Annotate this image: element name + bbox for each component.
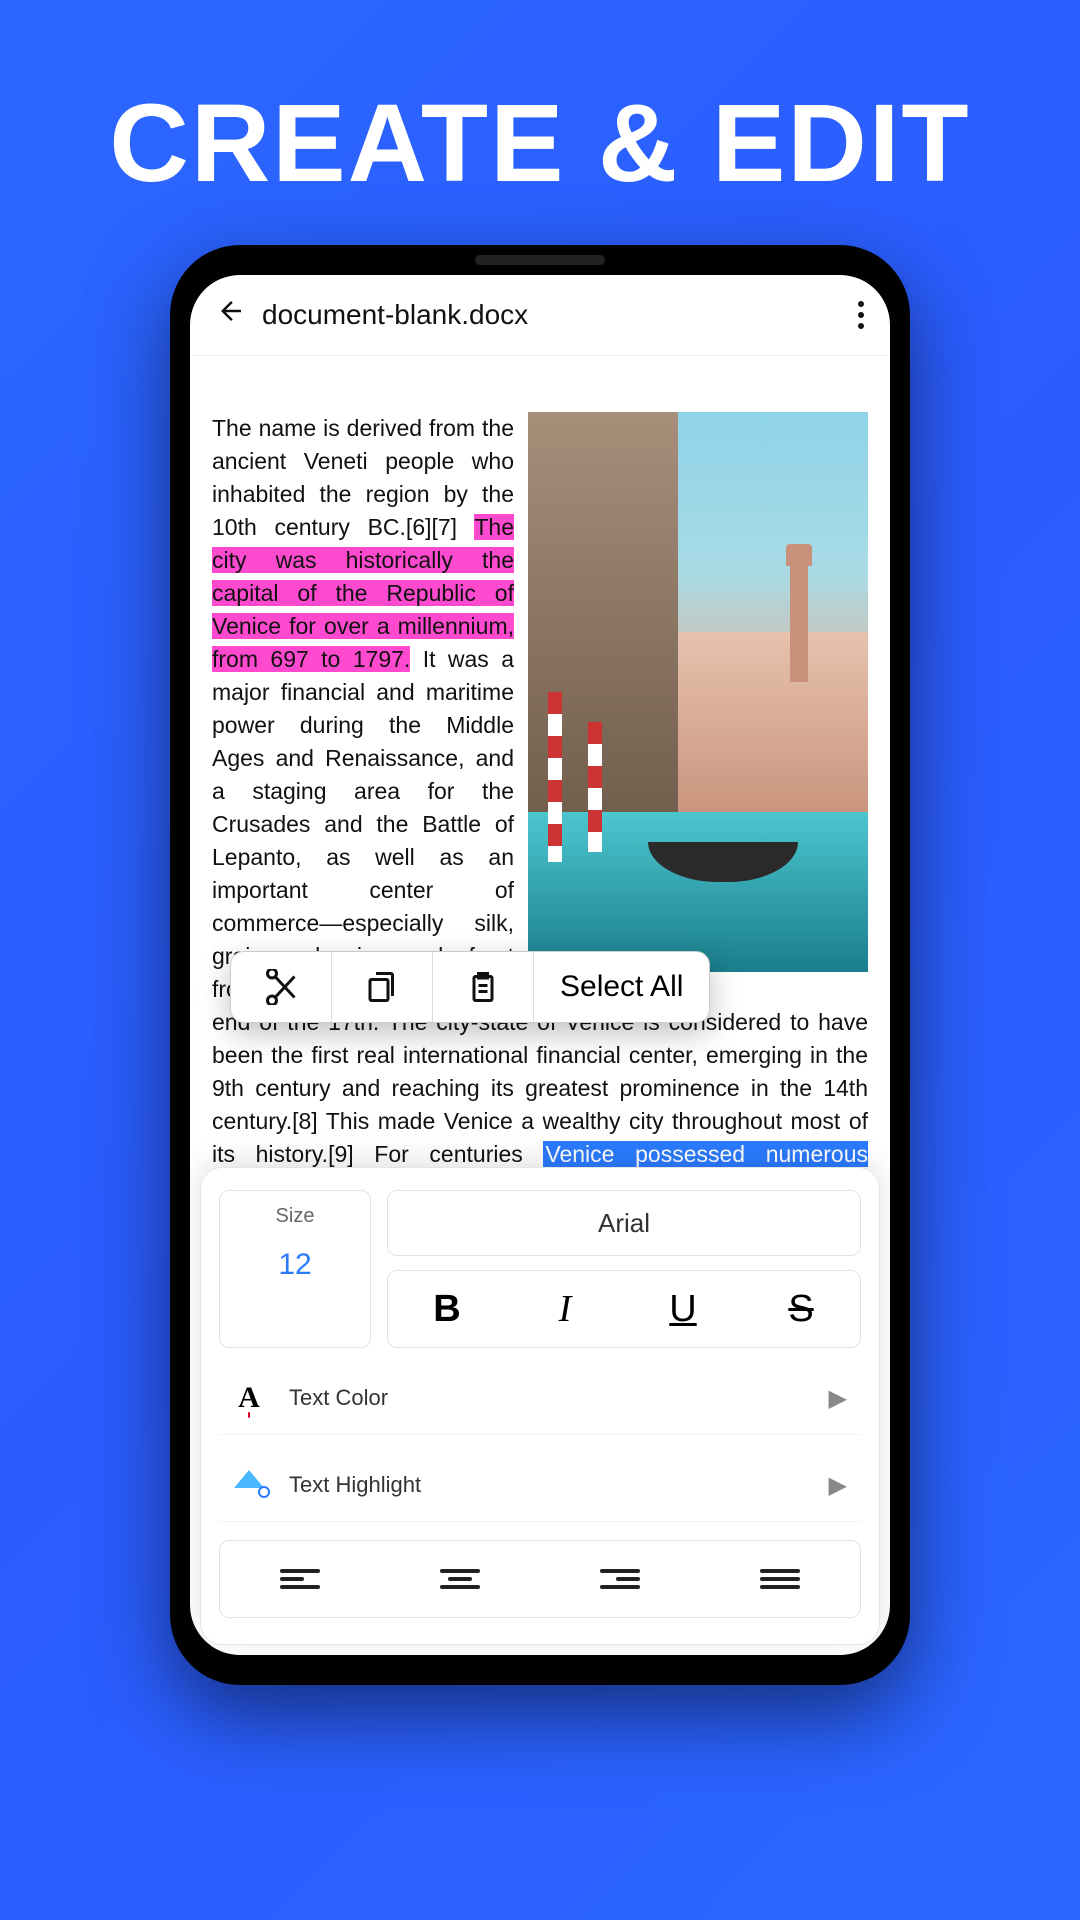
text-context-menu: Select All	[230, 951, 710, 1023]
app-header: document-blank.docx	[190, 275, 890, 356]
align-left-button[interactable]	[220, 1541, 380, 1617]
font-size-selector[interactable]: Size 12	[219, 1190, 371, 1348]
promo-title: CREATE & EDIT	[0, 0, 1080, 207]
bold-button[interactable]: B	[388, 1271, 506, 1347]
document-image	[528, 412, 868, 972]
text-color-label: Text Color	[279, 1385, 829, 1411]
underline-button[interactable]: U	[624, 1271, 742, 1347]
align-right-icon	[600, 1565, 640, 1593]
back-button[interactable]	[212, 288, 262, 343]
copy-button[interactable]	[332, 952, 433, 1022]
more-options-button[interactable]	[854, 288, 868, 342]
arrow-left-icon	[216, 296, 246, 326]
align-justify-button[interactable]	[700, 1541, 860, 1617]
select-all-button[interactable]: Select All	[534, 952, 709, 1022]
chevron-right-icon: ▶	[829, 1384, 861, 1413]
document-area[interactable]: The name is derived from the ancient Ven…	[190, 356, 890, 1226]
copy-icon	[364, 969, 400, 1005]
chevron-right-icon: ▶	[829, 1471, 861, 1500]
highlight-icon	[234, 1470, 264, 1494]
font-family-selector[interactable]: Arial	[387, 1190, 861, 1256]
align-left-icon	[280, 1565, 320, 1593]
clipboard-icon	[465, 969, 501, 1005]
alignment-row	[219, 1540, 861, 1618]
font-size-label: Size	[220, 1205, 370, 1228]
align-center-icon	[440, 1565, 480, 1593]
text-segment[interactable]: The name is derived from the ancient Ven…	[212, 415, 514, 540]
cut-button[interactable]	[231, 952, 332, 1022]
align-center-button[interactable]	[380, 1541, 540, 1617]
text-highlight-option[interactable]: Text Highlight ▶	[219, 1449, 861, 1522]
text-color-option[interactable]: A Text Color ▶	[219, 1362, 861, 1435]
italic-button[interactable]: I	[506, 1271, 624, 1347]
align-right-button[interactable]	[540, 1541, 700, 1617]
scissors-icon	[263, 969, 299, 1005]
format-panel: Size 12 Arial B I U S A Text Color ▶	[200, 1167, 880, 1645]
dots-vertical-icon	[858, 301, 864, 307]
phone-frame: document-blank.docx The name is derived …	[170, 245, 910, 1685]
text-highlight-label: Text Highlight	[279, 1472, 829, 1498]
phone-notch	[475, 255, 605, 265]
strikethrough-button[interactable]: S	[742, 1271, 860, 1347]
app-screen: document-blank.docx The name is derived …	[190, 275, 890, 1655]
align-justify-icon	[760, 1565, 800, 1593]
text-style-row: B I U S	[387, 1270, 861, 1348]
paste-button[interactable]	[433, 952, 534, 1022]
document-title: document-blank.docx	[262, 299, 854, 331]
text-color-icon: A	[238, 1381, 260, 1414]
font-size-value: 12	[220, 1248, 370, 1282]
